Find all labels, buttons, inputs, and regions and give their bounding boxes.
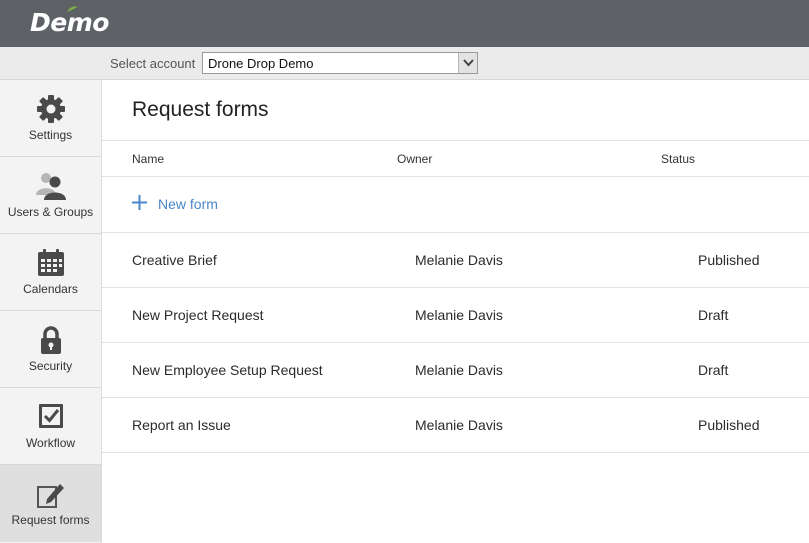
form-owner: Melanie Davis	[415, 252, 503, 268]
form-owner: Melanie Davis	[415, 417, 503, 433]
form-name[interactable]: New Employee Setup Request	[132, 362, 323, 378]
top-bar: Demo	[0, 0, 809, 47]
form-name[interactable]: New Project Request	[132, 307, 264, 323]
table-row[interactable]: Report an Issue Melanie Davis Published	[102, 398, 809, 453]
edit-form-icon	[37, 484, 64, 508]
sidebar-item-label: Workflow	[25, 436, 76, 450]
main-content: Request forms Name Owner Status New form…	[102, 80, 809, 543]
sidebar-item-security[interactable]: Security	[0, 311, 101, 388]
plus-icon[interactable]	[132, 195, 147, 210]
form-status: Draft	[698, 362, 729, 378]
new-form-row: New form	[102, 177, 809, 233]
new-form-link[interactable]: New form	[158, 196, 218, 212]
checkbox-icon	[39, 404, 63, 428]
sidebar-item-label: Settings	[28, 128, 73, 142]
sidebar-item-label: Security	[28, 359, 73, 373]
column-header-name[interactable]: Name	[132, 152, 164, 166]
account-select-value: Drone Drop Demo	[208, 56, 314, 71]
account-select[interactable]: Drone Drop Demo	[202, 52, 478, 74]
sidebar-item-label: Request forms	[11, 513, 90, 527]
table-header: Name Owner Status	[102, 140, 809, 177]
dropdown-arrow[interactable]	[458, 53, 477, 73]
sidebar-item-users-groups[interactable]: Users & Groups	[0, 157, 101, 234]
column-header-owner[interactable]: Owner	[397, 152, 432, 166]
account-bar: Select account Drone Drop Demo	[0, 47, 809, 80]
chevron-down-icon	[463, 59, 474, 67]
table-row[interactable]: Creative Brief Melanie Davis Published	[102, 233, 809, 288]
sidebar: Settings Users & Groups Calendars Securi…	[0, 80, 102, 543]
account-label: Select account	[110, 56, 196, 71]
page-title: Request forms	[132, 98, 269, 121]
calendar-icon	[38, 249, 64, 276]
sidebar-item-request-forms[interactable]: Request forms	[0, 465, 101, 542]
sidebar-item-workflow[interactable]: Workflow	[0, 388, 101, 465]
form-status: Published	[698, 252, 760, 268]
sidebar-item-label: Calendars	[23, 282, 78, 296]
form-status: Published	[698, 417, 760, 433]
form-owner: Melanie Davis	[415, 307, 503, 323]
sidebar-item-label: Users & Groups	[7, 205, 94, 219]
table-row[interactable]: New Employee Setup Request Melanie Davis…	[102, 343, 809, 398]
gear-icon	[37, 95, 65, 123]
form-status: Draft	[698, 307, 729, 323]
form-name[interactable]: Creative Brief	[132, 252, 217, 268]
lock-icon	[41, 326, 61, 354]
table-row[interactable]: New Project Request Melanie Davis Draft	[102, 288, 809, 343]
users-icon	[36, 173, 66, 200]
form-name[interactable]: Report an Issue	[132, 417, 231, 433]
leaf-icon	[67, 6, 78, 12]
sidebar-item-calendars[interactable]: Calendars	[0, 234, 101, 311]
column-header-status[interactable]: Status	[661, 152, 695, 166]
form-owner: Melanie Davis	[415, 362, 503, 378]
sidebar-item-settings[interactable]: Settings	[0, 80, 101, 157]
